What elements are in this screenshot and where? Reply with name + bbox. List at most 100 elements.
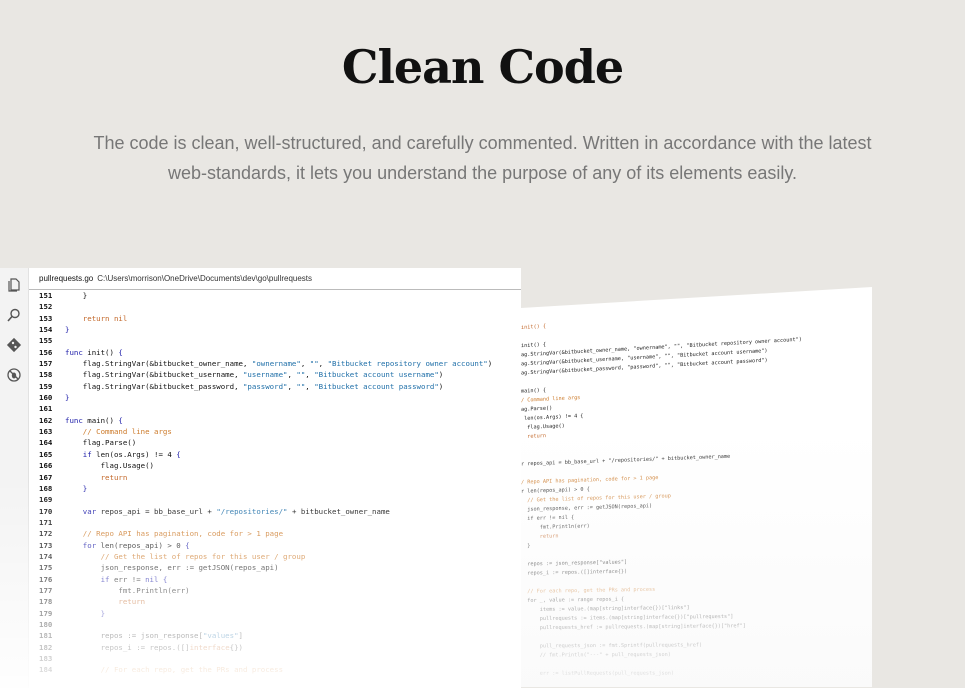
code-token: // Repo API has pagination, code for > 1… <box>65 529 284 539</box>
code-token: len(repos_api) > 0 <box>100 540 186 550</box>
line-number: 166 <box>39 461 53 471</box>
code-token: repos_api = bb_base_url + <box>100 506 217 516</box>
code-token: "ownername" <box>251 359 301 369</box>
code-token: { <box>185 540 190 550</box>
files-icon[interactable] <box>6 277 22 293</box>
code-line: 162 func main() { <box>29 415 521 426</box>
code-line: 173 for len(repos_api) > 0 { <box>29 540 521 551</box>
preview-code-line: main() { <box>521 387 546 394</box>
code-token: ) <box>438 370 444 380</box>
tab-file-path: C:\Users\morrison\OneDrive\Documents\dev… <box>97 274 313 283</box>
code-line: 160} <box>29 392 521 403</box>
code-line: 177 fmt.Println(err) <box>29 585 521 596</box>
code-token: if <box>65 449 97 459</box>
code-token: "username" <box>242 370 288 380</box>
code-token: interface <box>189 642 230 652</box>
line-number: 151 <box>39 291 53 300</box>
line-number: 183 <box>39 654 53 663</box>
code-line: 152 <box>29 301 521 312</box>
code-token: "" <box>309 359 319 369</box>
code-line: 178 return <box>29 596 521 607</box>
line-number: 169 <box>39 495 53 505</box>
line-number: 152 <box>39 302 53 312</box>
code-token: flag.StringVar(&bitbucket_username, <box>65 370 243 380</box>
line-number: 180 <box>39 619 53 629</box>
line-number: 159 <box>39 381 53 391</box>
code-area[interactable]: 151 } 152 153 return nil 154} 155 156 func ini… <box>29 290 521 676</box>
code-token: {}) <box>229 642 243 652</box>
code-line: 181 repos := json_response["values"] <box>29 630 521 641</box>
code-token: // Get the list of repos for this user /… <box>65 551 306 561</box>
code-token: ) <box>487 359 493 369</box>
code-token: return nil <box>65 313 128 323</box>
code-token: // Command line args <box>65 427 172 437</box>
code-token: fmt.Println(err) <box>65 585 190 595</box>
code-line: 156 func init() { <box>29 347 521 358</box>
activity-bar <box>0 268 29 688</box>
code-token: , <box>305 370 315 380</box>
code-token: flag.Parse() <box>65 438 137 448</box>
line-number: 168 <box>39 483 53 493</box>
code-token: flag.StringVar(&bitbucket_owner_name, <box>65 359 252 369</box>
code-line: 179 } <box>29 608 521 619</box>
code-token: { <box>118 415 123 425</box>
code-line: 170 var repos_api = bb_base_url + "/repo… <box>29 506 521 517</box>
line-number: 161 <box>39 404 53 414</box>
code-line: 157 flag.StringVar(&bitbucket_owner_name… <box>29 358 521 369</box>
source-control-icon[interactable] <box>6 337 22 353</box>
line-number: 174 <box>39 551 53 561</box>
code-line: 165 if len(os.Args) != 4 { <box>29 449 521 460</box>
code-editor-window: pullrequests.go C:\Users\morrison\OneDriv… <box>0 268 521 688</box>
code-token: "Bitbucket account username" <box>314 370 439 380</box>
line-number: 156 <box>39 347 53 357</box>
code-token: func <box>65 347 88 357</box>
code-line: 155 <box>29 335 521 346</box>
tab-file-name: pullrequests.go <box>39 274 94 283</box>
code-token: var <box>65 506 101 516</box>
code-token: } <box>65 291 88 300</box>
code-line: 153 return nil <box>29 313 521 324</box>
code-token: "" <box>296 381 306 391</box>
line-number: 170 <box>39 506 53 516</box>
code-token: , <box>300 359 310 369</box>
code-token: "" <box>296 370 306 380</box>
code-token: { <box>118 347 123 357</box>
line-number: 165 <box>39 449 53 459</box>
code-token: err != <box>113 574 146 584</box>
code-line: 167 return <box>29 472 521 483</box>
code-line: 175 json_response, err := getJSON(repos_… <box>29 562 521 573</box>
code-token: func <box>65 415 88 425</box>
code-token: flag.Usage() <box>65 461 154 471</box>
code-token: "values" <box>202 631 239 641</box>
line-number: 158 <box>39 370 53 380</box>
code-token: } <box>65 608 106 618</box>
line-number: 184 <box>39 665 53 675</box>
code-line: 163 // Command line args <box>29 426 521 437</box>
code-token: "Bitbucket repository owner account" <box>327 359 488 369</box>
editor-tab[interactable]: pullrequests.go C:\Users\morrison\OneDriv… <box>29 268 521 290</box>
search-icon[interactable] <box>6 307 22 323</box>
code-line: 159 flag.StringVar(&bitbucket_password, … <box>29 381 521 392</box>
code-line: 154} <box>29 324 521 335</box>
debug-icon[interactable] <box>6 367 22 383</box>
code-line: 161 <box>29 403 521 414</box>
line-number: 176 <box>39 574 53 584</box>
code-line: 151 } <box>29 290 521 301</box>
code-token: init() <box>87 347 119 357</box>
code-line: 176 if err != nil { <box>29 574 521 585</box>
code-line: 171 <box>29 517 521 528</box>
code-line: 183 <box>29 653 521 664</box>
code-token: flag.StringVar(&bitbucket_password, <box>65 381 243 391</box>
code-token: + bitbucket_owner_name <box>287 506 390 516</box>
line-number: 182 <box>39 642 53 652</box>
code-line: 182 repos_i := repos.([]interface{}) <box>29 642 521 653</box>
code-token: json_response, err := getJSON(repos_api) <box>65 563 279 573</box>
line-number: 172 <box>39 529 53 539</box>
code-token: } <box>65 483 88 493</box>
code-token: { <box>176 449 181 459</box>
line-number: 179 <box>39 608 53 618</box>
code-token: return <box>65 597 146 607</box>
code-line: 184 // For each repo, get the PRs and pr… <box>29 664 521 675</box>
line-number: 181 <box>39 631 53 641</box>
line-number: 171 <box>39 517 53 527</box>
